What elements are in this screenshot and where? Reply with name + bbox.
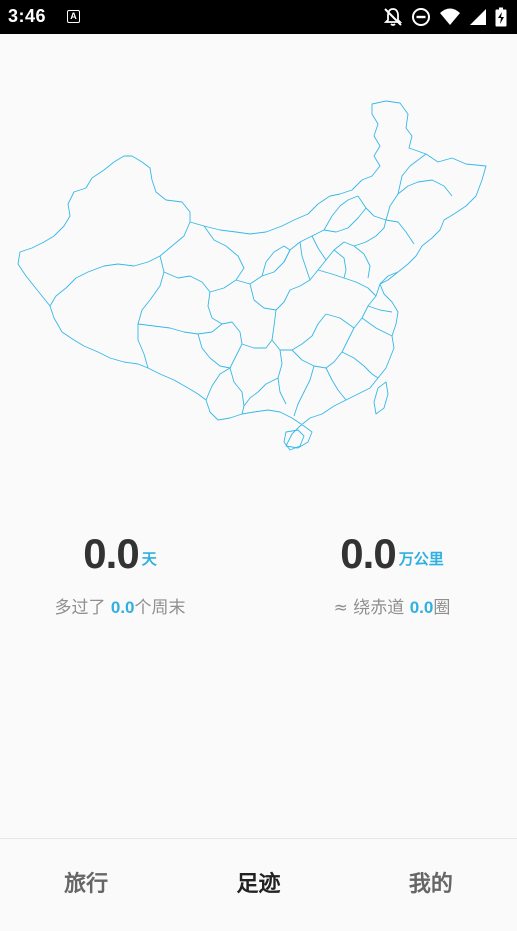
bell-off-icon [383, 8, 403, 26]
battery-charging-icon [495, 7, 507, 27]
days-stat: 0.0 天 多过了 0.0个周末 [0, 525, 240, 619]
app-notification-icon: A [67, 10, 80, 23]
china-map [14, 96, 494, 456]
equator-prefix: ≈ 绕赤道 [333, 598, 405, 618]
signal-icon [470, 9, 486, 25]
status-time: 3:46 [8, 6, 47, 26]
status-bar: 3:46 A [0, 0, 517, 34]
days-value: 0.0 [83, 530, 139, 577]
equator-value: 0.0 [409, 598, 434, 617]
do-not-disturb-icon [412, 8, 430, 26]
distance-stat: 0.0 万公里 ≈ 绕赤道 0.0圈 [272, 525, 512, 619]
equator-suffix: 圈 [433, 598, 451, 618]
nav-tab-travel[interactable]: 旅行 [0, 839, 172, 921]
bottom-nav: 旅行 足迹 我的 [0, 838, 517, 921]
days-unit: 天 [141, 550, 157, 568]
equator-caption: ≈ 绕赤道 0.0圈 [272, 593, 512, 618]
nav-tab-mine[interactable]: 我的 [345, 839, 517, 921]
weekends-suffix: 个周末 [134, 598, 186, 618]
weekends-value: 0.0 [110, 598, 135, 617]
status-icons [383, 7, 507, 27]
nav-tab-footprint[interactable]: 足迹 [172, 839, 344, 921]
distance-unit: 万公里 [398, 550, 444, 568]
weekends-prefix: 多过了 [54, 598, 106, 618]
weekends-caption: 多过了 0.0个周末 [0, 593, 240, 618]
china-map-icon [17, 100, 487, 451]
wifi-icon [440, 8, 460, 25]
distance-value: 0.0 [340, 530, 396, 577]
